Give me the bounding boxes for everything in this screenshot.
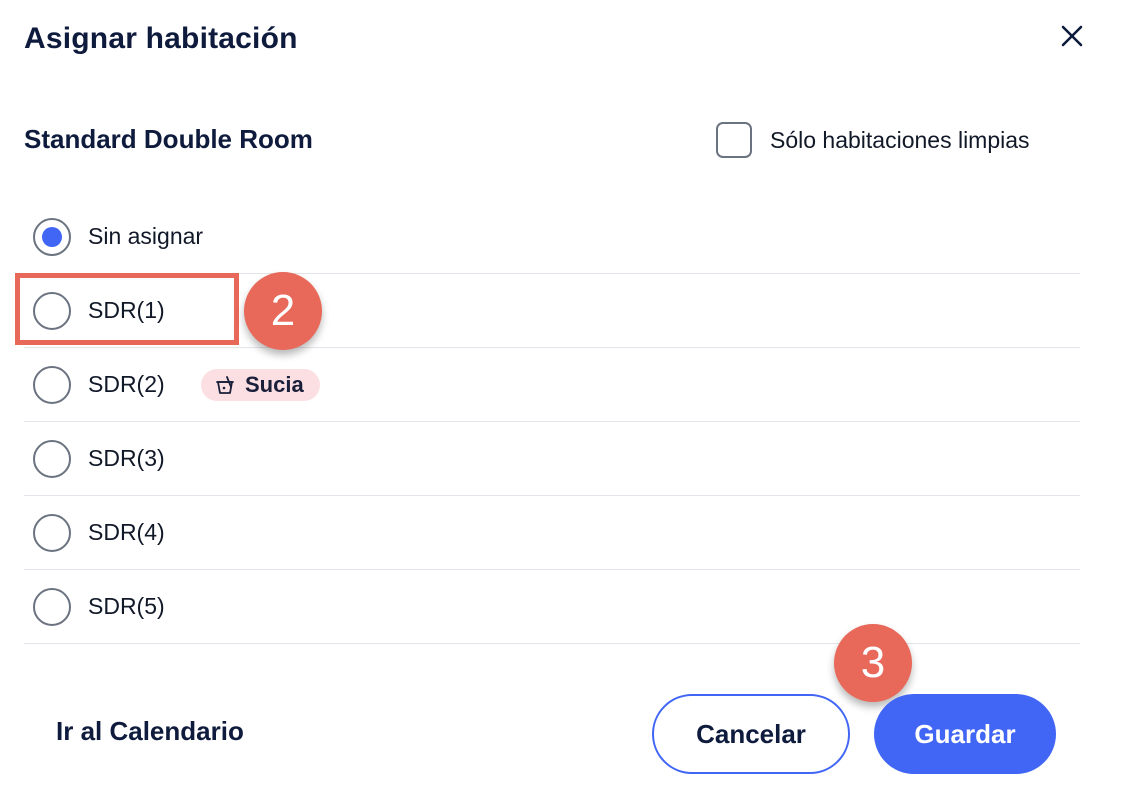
dirty-bucket-icon xyxy=(216,375,234,394)
room-option-sdr-3[interactable]: SDR(3) xyxy=(24,422,1080,496)
room-option-label: SDR(5) xyxy=(88,593,165,619)
clean-rooms-checkbox[interactable] xyxy=(716,122,752,158)
radio-button[interactable] xyxy=(33,513,71,552)
room-option-sdr-2[interactable]: SDR(2) Sucia xyxy=(24,348,1080,422)
dirty-status-badge: Sucia xyxy=(201,368,320,401)
dirty-status-label: Sucia xyxy=(245,371,304,397)
room-option-sdr-4[interactable]: SDR(4) xyxy=(24,496,1080,570)
room-list: Sin asignar SDR(1) SDR(2) Sucia SDR(3) S… xyxy=(24,200,1080,644)
room-option-label: SDR(4) xyxy=(88,519,165,545)
room-option-label: SDR(1) xyxy=(88,297,165,323)
radio-button[interactable] xyxy=(33,587,71,626)
cancel-button[interactable]: Cancelar xyxy=(652,694,850,774)
room-option-unassigned[interactable]: Sin asignar xyxy=(24,200,1080,274)
room-option-label: Sin asignar xyxy=(88,223,204,249)
radio-button[interactable] xyxy=(33,291,71,330)
dialog-title: Asignar habitación xyxy=(24,22,298,55)
clean-rooms-label: Sólo habitaciones limpias xyxy=(770,126,1030,153)
radio-button[interactable] xyxy=(33,439,71,478)
room-option-sdr-5[interactable]: SDR(5) xyxy=(24,570,1080,644)
room-type-heading: Standard Double Room xyxy=(24,124,313,154)
go-to-calendar-link[interactable]: Ir al Calendario xyxy=(56,716,244,747)
close-button[interactable] xyxy=(1056,20,1088,52)
clean-rooms-filter[interactable]: Sólo habitaciones limpias xyxy=(716,122,1030,158)
room-option-label: SDR(3) xyxy=(88,445,165,471)
save-button[interactable]: Guardar xyxy=(874,694,1056,774)
room-option-label: SDR(2) xyxy=(88,371,165,397)
radio-button[interactable] xyxy=(33,365,71,404)
radio-button[interactable] xyxy=(33,217,71,256)
close-icon xyxy=(1061,25,1083,47)
room-option-sdr-1[interactable]: SDR(1) xyxy=(24,274,1080,348)
